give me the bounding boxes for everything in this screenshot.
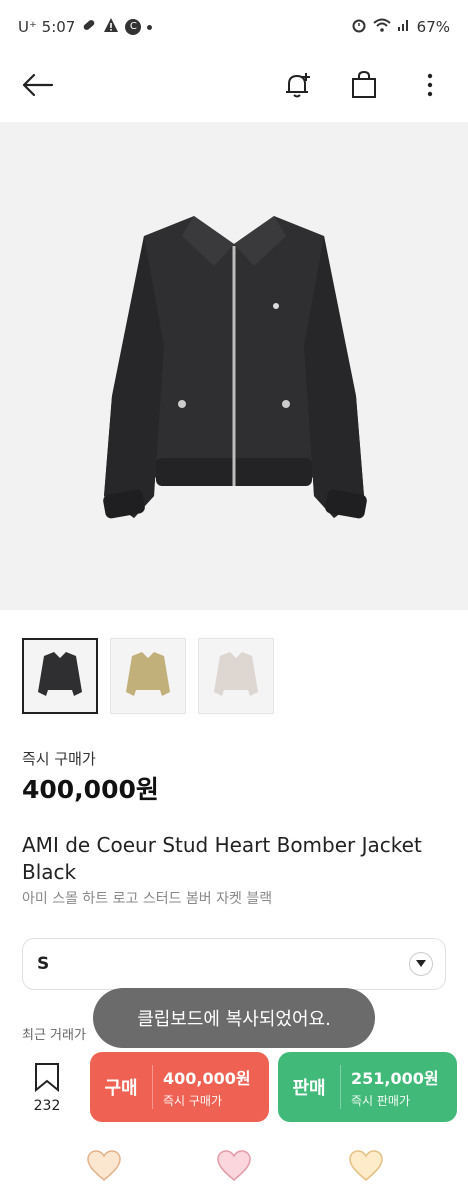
more-options-button[interactable] xyxy=(412,67,448,103)
bottom-action-bar: 232 구매 400,000원 즉시 구매가 판매 251,000원 즉시 판매… xyxy=(0,1050,468,1130)
more-vertical-icon xyxy=(427,73,433,97)
buy-button-label: 구매 xyxy=(104,1078,138,1099)
app-bar-actions xyxy=(280,67,448,103)
bell-plus-icon xyxy=(286,73,310,98)
sell-button-amount: 251,000원 xyxy=(351,1069,439,1088)
bookmark-icon xyxy=(35,1063,59,1093)
status-left: U⁺ 5:07 C xyxy=(18,17,153,37)
instant-buy-price-label: 즉시 구매가 xyxy=(22,750,96,768)
size-select[interactable]: S xyxy=(22,938,446,990)
back-arrow-icon xyxy=(22,73,54,97)
instant-buy-price: 400,000원 xyxy=(22,775,159,804)
heart-icon[interactable] xyxy=(348,1150,384,1182)
reaction-row xyxy=(0,1150,468,1190)
wifi-icon xyxy=(372,17,391,37)
sell-button-info: 251,000원 즉시 판매가 xyxy=(341,1065,439,1109)
buy-button-info: 400,000원 즉시 구매가 xyxy=(153,1065,251,1109)
c-app-icon: C xyxy=(125,19,142,35)
clipboard-toast: 클립보드에 복사되었어요. xyxy=(93,988,375,1048)
thumbnail-black[interactable] xyxy=(22,638,98,714)
wishlist-button[interactable]: 232 xyxy=(22,1062,72,1114)
jacket-image xyxy=(103,216,367,519)
sell-button-sub: 즉시 판매가 xyxy=(351,1094,411,1108)
product-subtitle: 아미 스몰 하트 로고 스터드 봄버 자켓 블랙 xyxy=(22,891,273,907)
chevron-down-icon xyxy=(409,952,433,976)
notification-dot-icon xyxy=(147,24,153,30)
thumbnail-light-grey[interactable] xyxy=(198,638,274,714)
recent-trade-label: 최근 거래가 xyxy=(22,1028,86,1043)
size-select-value: S xyxy=(37,954,50,974)
alarm-icon xyxy=(351,17,367,37)
heart-icon[interactable] xyxy=(216,1150,252,1182)
back-button[interactable] xyxy=(20,67,56,103)
app-bar xyxy=(0,54,468,116)
product-hero-image[interactable] xyxy=(0,122,468,610)
heart-icon[interactable] xyxy=(86,1150,122,1182)
wishlist-count: 232 xyxy=(33,1098,61,1114)
carrier-time: U⁺ 5:07 xyxy=(18,18,76,36)
status-right: 67% xyxy=(351,17,450,37)
warning-icon xyxy=(103,17,119,37)
buy-button-sub: 즉시 구매가 xyxy=(163,1094,223,1108)
buy-button-amount: 400,000원 xyxy=(163,1069,251,1088)
status-bar: U⁺ 5:07 C 67% xyxy=(0,0,468,54)
thumbnail-khaki-image xyxy=(126,652,170,696)
battery-text: 67% xyxy=(416,18,450,36)
signal-icon xyxy=(397,18,411,36)
thumbnail-black-image xyxy=(38,652,82,696)
product-title: AMI de Coeur Stud Heart Bomber Jacket Bl… xyxy=(22,833,422,884)
pill-icon xyxy=(81,17,97,37)
thumbnail-khaki[interactable] xyxy=(110,638,186,714)
thumbnail-list xyxy=(22,638,274,714)
sell-button[interactable]: 판매 251,000원 즉시 판매가 xyxy=(278,1052,457,1122)
alert-add-button[interactable] xyxy=(280,67,316,103)
buy-button[interactable]: 구매 400,000원 즉시 구매가 xyxy=(90,1052,269,1122)
thumbnail-light-grey-image xyxy=(214,652,258,696)
shopping-bag-icon xyxy=(352,70,376,98)
shopping-bag-button[interactable] xyxy=(346,67,382,103)
sell-button-label: 판매 xyxy=(292,1078,326,1099)
